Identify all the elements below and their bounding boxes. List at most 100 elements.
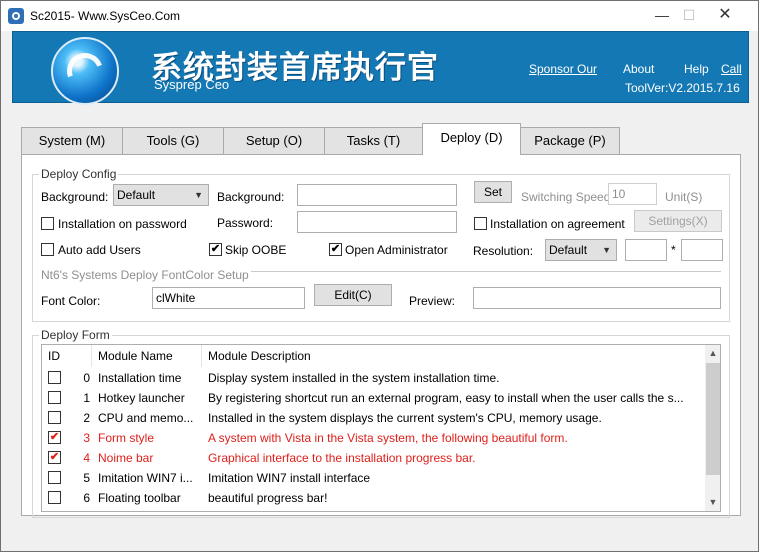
- minimize-button[interactable]: —: [647, 5, 677, 25]
- row-module-description: Installed in the system displays the cur…: [208, 411, 602, 425]
- tab-system[interactable]: System (M): [21, 127, 123, 155]
- row-module-description: By registering shortcut run an external …: [208, 391, 684, 405]
- password-input[interactable]: [297, 211, 457, 233]
- font-color-input[interactable]: clWhite: [152, 287, 305, 309]
- sysceo-logo-icon: [51, 37, 119, 105]
- row-checkbox[interactable]: [48, 491, 61, 504]
- column-header-name[interactable]: Module Name: [92, 345, 202, 367]
- table-row[interactable]: 6 Floating toolbar beautiful progress bar!: [42, 488, 705, 508]
- switching-speed-input[interactable]: 10: [608, 183, 657, 205]
- row-module-name: Imitation WIN7 i...: [98, 471, 193, 485]
- row-module-name: CPU and memo...: [98, 411, 194, 425]
- row-module-name: Hotkey launcher: [98, 391, 185, 405]
- swirl-icon: [61, 47, 109, 95]
- row-id: 5: [83, 471, 90, 485]
- scroll-thumb[interactable]: [706, 363, 720, 475]
- tab-setup[interactable]: Setup (O): [223, 127, 325, 155]
- row-module-name: Floating toolbar: [98, 491, 181, 505]
- banner-subtitle: Sysprep Ceo: [154, 77, 230, 92]
- row-module-name: Noime bar: [98, 451, 154, 465]
- scroll-up-icon[interactable]: ▲: [705, 345, 720, 362]
- maximize-button[interactable]: ☐: [674, 5, 704, 25]
- deploy-config-title: Deploy Config: [39, 167, 119, 181]
- window-title: Sc2015- Www.SysCeo.Com: [30, 9, 181, 23]
- background-path-input[interactable]: [297, 184, 457, 206]
- module-list: ID Module Name Module Description 0 Insta…: [41, 344, 721, 512]
- preview-box: [473, 287, 721, 309]
- table-row[interactable]: 0 Installation time Display system install…: [42, 368, 705, 388]
- row-module-description: Display system installed in the system i…: [208, 371, 500, 385]
- install-password-label: Installation on password: [58, 217, 187, 231]
- about-link[interactable]: About: [623, 62, 654, 76]
- auto-add-users-label: Auto add Users: [58, 243, 141, 257]
- skip-oobe-label: Skip OOBE: [225, 243, 287, 257]
- row-id: 4: [83, 451, 90, 465]
- tab-tools[interactable]: Tools (G): [122, 127, 224, 155]
- install-password-checkbox[interactable]: [41, 217, 54, 230]
- switching-speed-label: Switching Speed: [521, 190, 611, 204]
- row-module-description: A system with Vista in the Vista system,…: [208, 431, 568, 445]
- row-module-name: Form style: [98, 431, 155, 445]
- app-window: Sc2015- Www.SysCeo.Com — ☐ ✕ 系统封装首席执行官 S…: [0, 0, 759, 552]
- table-row[interactable]: ✔ 3 Form style A system with Vista in the V…: [42, 428, 705, 448]
- set-button[interactable]: Set: [474, 181, 512, 203]
- row-checkbox[interactable]: [48, 471, 61, 484]
- open-admin-checkbox[interactable]: ✔: [329, 243, 342, 256]
- sponsor-link[interactable]: Sponsor Our: [529, 62, 597, 76]
- app-icon: [8, 8, 24, 24]
- resolution-height-input[interactable]: [681, 239, 723, 261]
- row-checkbox[interactable]: [48, 411, 61, 424]
- deploy-form-title: Deploy Form: [39, 328, 112, 342]
- row-module-description: Imitation WIN7 install interface: [208, 471, 371, 485]
- tab-tasks[interactable]: Tasks (T): [324, 127, 423, 155]
- row-id: 2: [83, 411, 90, 425]
- row-checkbox[interactable]: ✔: [48, 451, 61, 464]
- unit-label: Unit(S): [665, 190, 703, 204]
- skip-oobe-checkbox[interactable]: ✔: [209, 243, 222, 256]
- resolution-select-value: Default: [549, 243, 588, 257]
- auto-add-users-checkbox[interactable]: [41, 243, 54, 256]
- resolution-separator: *: [671, 243, 676, 257]
- row-module-name: Installation time: [98, 371, 182, 385]
- close-button[interactable]: ✕: [710, 5, 740, 25]
- help-link[interactable]: Help: [684, 62, 709, 76]
- install-agreement-checkbox[interactable]: [474, 217, 487, 230]
- chevron-down-icon: ▼: [602, 245, 611, 255]
- column-header-description[interactable]: Module Description: [202, 345, 705, 367]
- edit-color-button[interactable]: Edit(C): [314, 284, 392, 306]
- tool-version: ToolVer:V2.2015.7.16: [625, 81, 740, 95]
- row-id: 1: [83, 391, 90, 405]
- background-select-value: Default: [117, 188, 156, 202]
- row-module-description: Graphical interface to the installation …: [208, 451, 476, 465]
- background-select[interactable]: Default ▼: [113, 184, 209, 206]
- install-agreement-label: Installation on agreement: [490, 217, 625, 231]
- tab-deploy[interactable]: Deploy (D): [422, 123, 521, 155]
- table-row[interactable]: ✔ 4 Noime bar Graphical interface to the in…: [42, 448, 705, 468]
- row-checkbox[interactable]: ✔: [48, 431, 61, 444]
- table-row[interactable]: 2 CPU and memo... Installed in the system …: [42, 408, 705, 428]
- row-checkbox[interactable]: [48, 371, 61, 384]
- resolution-label: Resolution:: [473, 244, 534, 258]
- resolution-width-input[interactable]: [625, 239, 667, 261]
- header-banner: 系统封装首席执行官 Sysprep Ceo Sponsor Our About …: [12, 31, 749, 105]
- tab-package[interactable]: Package (P): [520, 127, 620, 155]
- row-id: 0: [83, 371, 90, 385]
- list-scrollbar[interactable]: ▲ ▼: [705, 345, 720, 511]
- scroll-down-icon[interactable]: ▼: [705, 494, 720, 511]
- settings-button[interactable]: Settings(X): [634, 210, 722, 232]
- password-label: Password:: [217, 216, 274, 230]
- title-bar: Sc2015- Www.SysCeo.Com — ☐ ✕: [1, 1, 758, 31]
- font-section-title: Nt6's Systems Deploy FontColor Setup: [41, 268, 251, 282]
- column-header-id[interactable]: ID: [42, 345, 92, 367]
- chevron-down-icon: ▼: [194, 190, 203, 200]
- font-color-label: Font Color:: [41, 294, 101, 308]
- row-id: 6: [83, 491, 90, 505]
- call-link[interactable]: Call: [721, 62, 742, 76]
- table-row[interactable]: 1 Hotkey launcher By registering shortcut …: [42, 388, 705, 408]
- resolution-select[interactable]: Default ▼: [545, 239, 617, 261]
- table-row[interactable]: 5 Imitation WIN7 i... Imitation WIN7 insta…: [42, 468, 705, 488]
- row-checkbox[interactable]: [48, 391, 61, 404]
- background-path-label: Background:: [217, 190, 285, 204]
- row-module-description: beautiful progress bar!: [208, 491, 328, 505]
- open-admin-label: Open Administrator: [345, 243, 448, 257]
